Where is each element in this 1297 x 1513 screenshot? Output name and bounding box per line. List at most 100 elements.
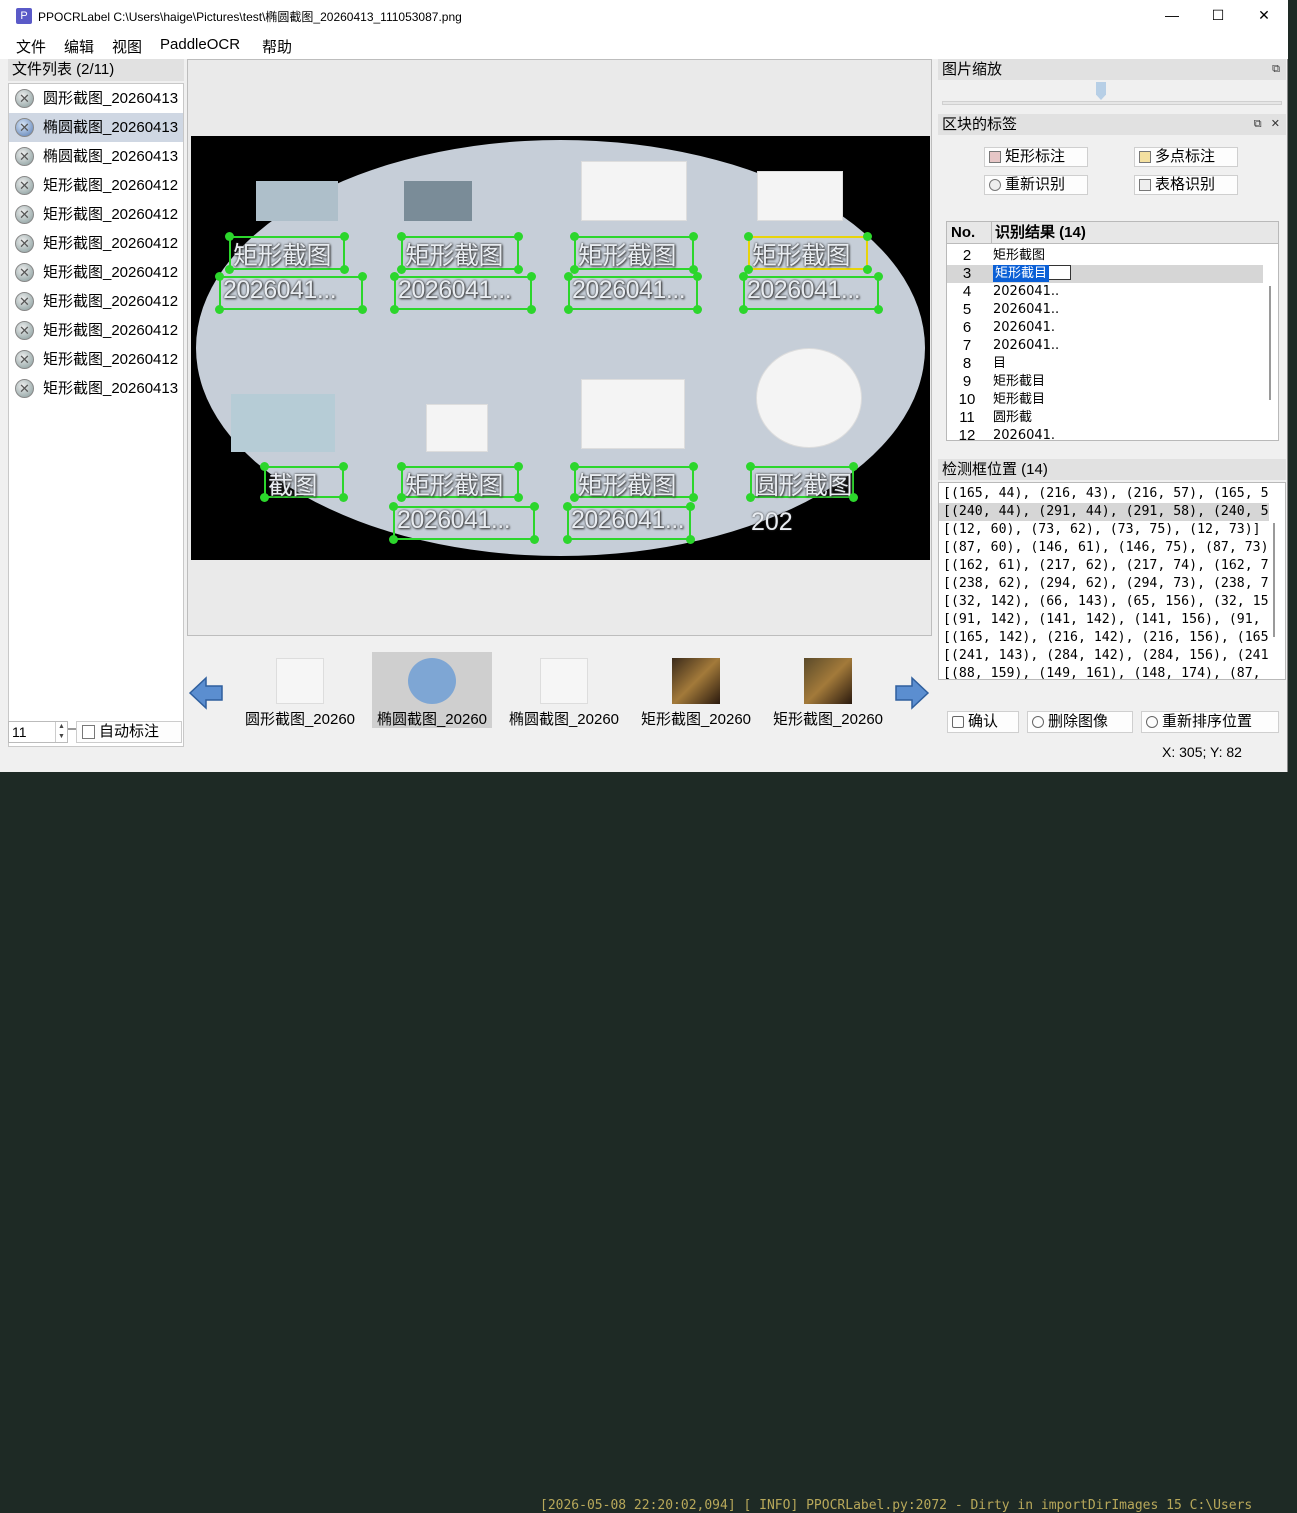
poly-label-button[interactable]: 多点标注	[1134, 147, 1238, 167]
detection-box[interactable]: 矩形截图	[225, 232, 349, 274]
detection-box[interactable]: 矩形截图	[570, 232, 698, 274]
table-row[interactable]: 4 2026041..	[947, 283, 1263, 301]
table-row[interactable]: 8目	[947, 355, 1263, 373]
next-arrow-icon[interactable]	[894, 676, 930, 710]
rerecognize-button[interactable]: 重新识别	[984, 175, 1088, 195]
file-list-item[interactable]: ✕ 矩形截图_20260412	[9, 316, 183, 345]
table-recognize-button[interactable]: 表格识别	[1134, 175, 1238, 195]
float-close-icons[interactable]: ⧉ ✕	[1254, 114, 1280, 135]
zoom-slider[interactable]	[938, 82, 1286, 112]
menu-view[interactable]: 视图	[112, 36, 142, 57]
unchecked-icon: ✕	[15, 292, 34, 311]
menu-edit[interactable]: 编辑	[64, 36, 94, 57]
table-row[interactable]: 2 矩形截图	[947, 247, 1263, 265]
menu-paddleocr[interactable]: PaddleOCR	[160, 36, 240, 53]
checkbox-icon	[952, 716, 964, 728]
list-item[interactable]: [(241, 143), (284, 142), (284, 156), (24…	[939, 647, 1269, 665]
rect-icon	[989, 151, 1001, 163]
list-item[interactable]: [(88, 159), (149, 161), (148, 174), (87,	[939, 665, 1269, 679]
table-row-selected[interactable]: 3 矩形截目	[947, 265, 1263, 283]
file-list-item[interactable]: ✕ 矩形截图_20260412	[9, 258, 183, 287]
results-scrollbar[interactable]	[1269, 286, 1271, 400]
delete-image-button[interactable]: 删除图像	[1027, 711, 1133, 733]
resort-position-button[interactable]: 重新排序位置	[1141, 711, 1279, 733]
spinbox-value: 11	[12, 724, 27, 740]
auto-label-icon	[82, 725, 95, 739]
unchecked-icon: ✕	[15, 234, 34, 253]
table-row[interactable]: 12 2026041.	[947, 427, 1263, 440]
list-item[interactable]: [(165, 142), (216, 142), (216, 156), (16…	[939, 629, 1269, 647]
thumbnail-image	[276, 658, 324, 704]
file-list-header: 文件列表 (2/11)	[8, 59, 184, 81]
file-list-item[interactable]: ✕ 矩形截图_20260412	[9, 287, 183, 316]
image-tile	[581, 379, 685, 449]
float-icon[interactable]: ⧉	[1272, 59, 1280, 80]
selected-detection-box[interactable]: 矩形截图	[744, 232, 872, 274]
thumbnail-item-selected[interactable]: 椭圆截图_20260	[372, 652, 492, 728]
annotated-image[interactable]: 矩形截图 矩形截图 矩形截图 矩形截图 2026041... 2026041..…	[191, 136, 930, 560]
close-button[interactable]: ✕	[1241, 0, 1287, 31]
image-tile	[231, 394, 335, 452]
thumbnail-item[interactable]: 椭圆截图_20260	[504, 652, 624, 728]
table-row[interactable]: 9 矩形截目	[947, 373, 1263, 391]
detection-box[interactable]: 2026041...	[739, 272, 883, 314]
detection-box[interactable]: 2026041...	[564, 272, 702, 314]
list-item[interactable]: [(12, 60), (73, 62), (73, 75), (12, 73)]	[939, 521, 1269, 539]
rect-label-button[interactable]: 矩形标注	[984, 147, 1088, 167]
file-list-item[interactable]: ✕ 椭圆截图_20260413	[9, 113, 183, 142]
title-bar: P PPOCRLabel C:\Users\haige\Pictures\tes…	[0, 0, 1288, 31]
file-list-item[interactable]: ✕ 椭圆截图_20260413	[9, 142, 183, 171]
image-tile	[757, 171, 843, 221]
file-list-item[interactable]: ✕ 矩形截图_20260413	[9, 374, 183, 403]
unchecked-icon: ✕	[15, 89, 34, 108]
menu-file[interactable]: 文件	[16, 36, 46, 57]
table-row[interactable]: 11 圆形截	[947, 409, 1263, 427]
background-terminal-text: [2026-05-08 22:20:02,094] [ INFO] PPOCRL…	[540, 1498, 1253, 1513]
list-item-selected[interactable]: [(240, 44), (291, 44), (291, 58), (240, …	[939, 503, 1269, 521]
file-list-item[interactable]: ✕ 矩形截图_20260412	[9, 345, 183, 374]
table-row[interactable]: 7 2026041..	[947, 337, 1263, 355]
menu-help[interactable]: 帮助	[262, 36, 292, 57]
thumbnail-item[interactable]: 圆形截图_20260	[240, 652, 360, 728]
detection-box[interactable]: 矩形截图	[397, 232, 523, 274]
detection-box[interactable]: 矩形截图	[570, 462, 698, 502]
app-icon: P	[16, 8, 32, 24]
detection-box[interactable]: 圆形截图	[746, 462, 858, 502]
list-item[interactable]: [(91, 142), (141, 142), (141, 156), (91,	[939, 611, 1269, 629]
result-edit-field[interactable]: 矩形截目	[993, 265, 1050, 282]
file-list[interactable]: ✕ 圆形截图_20260413 ✕ 椭圆截图_20260413 ✕ 椭圆截图_2026…	[8, 83, 184, 747]
list-item[interactable]: [(32, 142), (66, 143), (65, 156), (32, 1…	[939, 593, 1269, 611]
file-list-item[interactable]: ✕ 矩形截图_20260412	[9, 200, 183, 229]
thumbnail-item[interactable]: 矩形截图_20260	[768, 652, 888, 728]
spin-arrows-icon[interactable]: ▲ ▼	[55, 722, 67, 742]
detection-box[interactable]: 2026041...	[563, 502, 695, 544]
maximize-button[interactable]: ☐	[1195, 0, 1241, 31]
file-list-item[interactable]: ✕ 矩形截图_20260412	[9, 171, 183, 200]
list-item[interactable]: [(87, 60), (146, 61), (146, 75), (87, 73…	[939, 539, 1269, 557]
bbox-list[interactable]: [(165, 44), (216, 43), (216, 57), (165, …	[938, 482, 1286, 680]
thumbnail-item[interactable]: 矩形截图_20260	[636, 652, 756, 728]
table-row[interactable]: 6 2026041.	[947, 319, 1263, 337]
confirm-button[interactable]: 确认	[947, 711, 1019, 733]
list-item[interactable]: [(162, 61), (217, 62), (217, 74), (162, …	[939, 557, 1269, 575]
detection-box[interactable]: 矩形截图	[397, 462, 523, 502]
bbox-vscrollbar[interactable]	[1273, 523, 1275, 637]
table-row[interactable]: 10 矩形截目	[947, 391, 1263, 409]
table-row[interactable]: 5 2026041..	[947, 301, 1263, 319]
detection-box[interactable]: 截图	[260, 462, 348, 502]
file-list-item[interactable]: ✕ 圆形截图_20260413	[9, 84, 183, 113]
detection-box[interactable]: 2026041...	[389, 502, 539, 544]
recognition-results-table[interactable]: No. 识别结果 (14) 2 矩形截图 3 矩形截目 4 2026041.. 5 20…	[946, 221, 1279, 441]
detection-box[interactable]: 2026041...	[390, 272, 536, 314]
prev-arrow-icon[interactable]	[188, 676, 224, 710]
list-item[interactable]: [(238, 62), (294, 62), (294, 73), (238, …	[939, 575, 1269, 593]
detection-box[interactable]: 2026041...	[215, 272, 367, 314]
list-item[interactable]: [(165, 44), (216, 43), (216, 57), (165, …	[939, 485, 1269, 503]
minimize-button[interactable]: —	[1149, 0, 1195, 31]
file-list-item[interactable]: ✕ 矩形截图_20260412	[9, 229, 183, 258]
model-count-spinbox[interactable]: 11 ▲ ▼	[8, 721, 68, 743]
auto-label-button[interactable]: 自动标注	[76, 721, 182, 743]
image-canvas[interactable]: 矩形截图 矩形截图 矩形截图 矩形截图 2026041... 2026041..…	[187, 59, 932, 636]
zoom-track[interactable]	[942, 101, 1282, 105]
zoom-handle[interactable]	[1096, 82, 1106, 100]
